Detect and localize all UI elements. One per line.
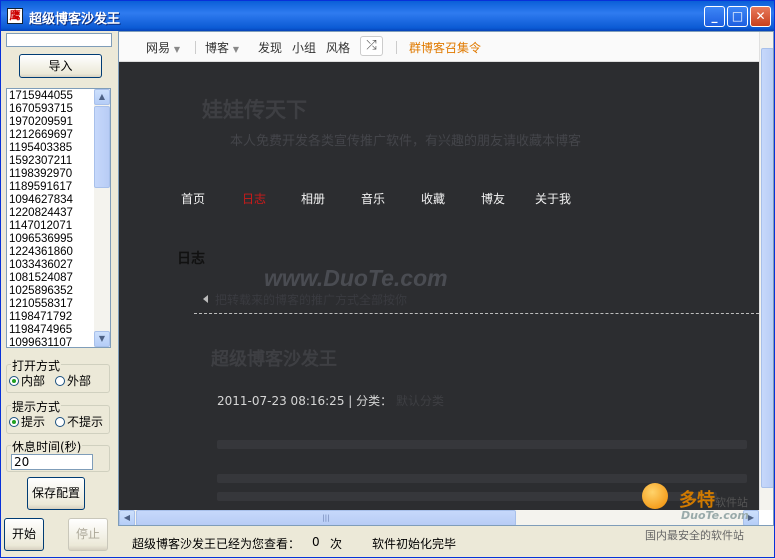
minimize-button[interactable]: _	[704, 6, 725, 27]
logo-url: DuoTe.com	[681, 509, 749, 522]
maximize-button[interactable]: □	[727, 6, 748, 27]
post-category[interactable]: 默认分类	[396, 394, 444, 408]
app-icon: 鹰	[7, 8, 23, 24]
list-item[interactable]: 1147012071	[9, 220, 95, 233]
prompt-off-radio[interactable]: 不提示	[55, 413, 103, 430]
list-item[interactable]: 1189591617	[9, 181, 95, 194]
embedded-browser[interactable]: 网易 ▼ 博客 ▼ 发现 小组 风格 ⤮ 群博客召集令 娃娃传天下 本人免费开发…	[118, 31, 774, 526]
list-item[interactable]: 1670593715	[9, 103, 95, 116]
list-item[interactable]: 1212669697	[9, 129, 95, 142]
list-item[interactable]: 1094627834	[9, 194, 95, 207]
list-item[interactable]: 1033436027	[9, 259, 95, 272]
stop-button[interactable]: 停止	[68, 518, 108, 551]
menu-album[interactable]: 相册	[301, 190, 325, 207]
scroll-thumb[interactable]	[761, 48, 773, 488]
list-scrollbar[interactable]: ▲ ▼	[94, 89, 110, 347]
nav-group[interactable]: 小组	[292, 39, 316, 56]
browser-vertical-scrollbar[interactable]	[759, 32, 773, 510]
open-internal-radio[interactable]: 内部	[9, 372, 45, 389]
open-mode-group: 打开方式 内部 外部	[6, 357, 110, 393]
list-item[interactable]: 1198474965	[9, 324, 95, 337]
list-item[interactable]: 1715944055	[9, 90, 95, 103]
post-text-line	[217, 440, 747, 449]
arrow-left-icon	[203, 295, 208, 303]
prompt-mode-group: 提示方式 提示 不提示	[6, 398, 110, 434]
post-text-line	[217, 474, 747, 483]
menu-favorites[interactable]: 收藏	[421, 190, 445, 207]
list-item[interactable]: 1081524087	[9, 272, 95, 285]
scroll-up-icon[interactable]: ▲	[94, 89, 110, 105]
list-item[interactable]: 1025896352	[9, 285, 95, 298]
menu-music[interactable]: 音乐	[361, 190, 385, 207]
nav-divider	[396, 41, 397, 54]
start-button[interactable]: 开始	[4, 518, 44, 551]
post-date: 2011-07-23 08:16:25	[217, 394, 345, 408]
scroll-left-icon[interactable]: ◀	[119, 510, 135, 525]
nav-blog[interactable]: 博客 ▼	[205, 39, 239, 56]
post-category-label: 分类：	[356, 394, 393, 408]
list-item[interactable]: 1198392970	[9, 168, 95, 181]
nav-discover[interactable]: 发现	[258, 39, 282, 56]
open-external-radio[interactable]: 外部	[55, 372, 91, 389]
menu-friends[interactable]: 博友	[481, 190, 505, 207]
duote-watermark: www.DuoTe.com	[264, 265, 448, 291]
chevron-down-icon: ▼	[173, 45, 180, 54]
list-item[interactable]: 1224361860	[9, 246, 95, 259]
post-title[interactable]: 超级博客沙发王	[211, 345, 337, 371]
divider	[194, 313, 759, 314]
nav-recruit-link[interactable]: 群博客召集令	[409, 39, 481, 56]
blog-page: 娃娃传天下 本人免费开发各类宣传推广软件，有兴趣的朋友请收藏本博客 首页 日志 …	[119, 62, 759, 514]
visited-count: 0	[312, 535, 320, 549]
close-button[interactable]: ✕	[750, 6, 771, 27]
list-item[interactable]: 1592307211	[9, 155, 95, 168]
import-button[interactable]: 导入	[19, 54, 102, 78]
radio-empty-icon	[55, 376, 65, 386]
nav-netease[interactable]: 网易 ▼	[146, 39, 180, 56]
rest-time-label: 休息时间(秒)	[11, 438, 83, 455]
scroll-down-icon[interactable]: ▼	[94, 331, 110, 347]
title-bar[interactable]: 鹰 超级博客沙发王 _ □ ✕	[1, 1, 774, 31]
netease-navbar: 网易 ▼ 博客 ▼ 发现 小组 风格 ⤮ 群博客召集令	[119, 32, 759, 62]
rest-time-input[interactable]: 20	[11, 454, 93, 470]
scroll-thumb[interactable]: |||	[136, 510, 516, 525]
control-panel: 导入 1715944055 1670593715 1970209591 1212669…	[1, 31, 116, 559]
visited-label: 超级博客沙发王已经为您查看：	[132, 537, 301, 551]
blog-title: 娃娃传天下	[202, 97, 307, 122]
status-message: 软件初始化完毕	[372, 537, 457, 551]
list-item[interactable]: 1096536995	[9, 233, 95, 246]
id-input[interactable]	[6, 33, 112, 47]
list-items: 1715944055 1670593715 1970209591 1212669697…	[9, 90, 95, 347]
save-config-button[interactable]: 保存配置	[27, 477, 85, 510]
menu-home[interactable]: 首页	[181, 190, 205, 207]
blog-id-list[interactable]: 1715944055 1670593715 1970209591 1212669697…	[6, 88, 111, 348]
radio-checked-icon	[9, 417, 19, 427]
menu-about[interactable]: 关于我	[535, 190, 571, 207]
mascot-icon	[642, 483, 668, 509]
list-item[interactable]: 1198471792	[9, 311, 95, 324]
previous-post-link[interactable]: 把转载来的博客的推广方式全部按你	[215, 291, 407, 308]
prompt-on-radio[interactable]: 提示	[9, 413, 45, 430]
scroll-thumb[interactable]	[94, 106, 110, 188]
app-window: 鹰 超级博客沙发王 _ □ ✕ 导入 1715944055 1670593715 1…	[0, 0, 775, 558]
section-heading: 日志	[177, 251, 205, 267]
list-item[interactable]: 1970209591	[9, 116, 95, 129]
menu-diary[interactable]: 日志	[242, 190, 266, 207]
window-title: 超级博客沙发王	[29, 12, 121, 27]
list-item[interactable]: 1099631107	[9, 337, 95, 347]
list-item[interactable]: 1220824437	[9, 207, 95, 220]
list-item[interactable]: 1195403385	[9, 142, 95, 155]
radio-checked-icon	[9, 376, 19, 386]
nav-divider	[195, 41, 196, 54]
nav-style[interactable]: 风格	[326, 39, 350, 56]
duote-logo: 多特软件站 DuoTe.com 国内最安全的软件站	[641, 483, 771, 543]
radio-empty-icon	[55, 417, 65, 427]
chevron-down-icon: ▼	[232, 45, 239, 54]
logo-slogan: 国内最安全的软件站	[645, 529, 744, 542]
post-meta: 2011-07-23 08:16:25 | 分类： 默认分类	[217, 394, 444, 408]
list-item[interactable]: 1210558317	[9, 298, 95, 311]
shuffle-icon[interactable]: ⤮	[360, 36, 383, 56]
blog-subtitle: 本人免费开发各类宣传推广软件，有兴趣的朋友请收藏本博客	[230, 134, 582, 149]
visited-unit: 次	[330, 537, 343, 551]
